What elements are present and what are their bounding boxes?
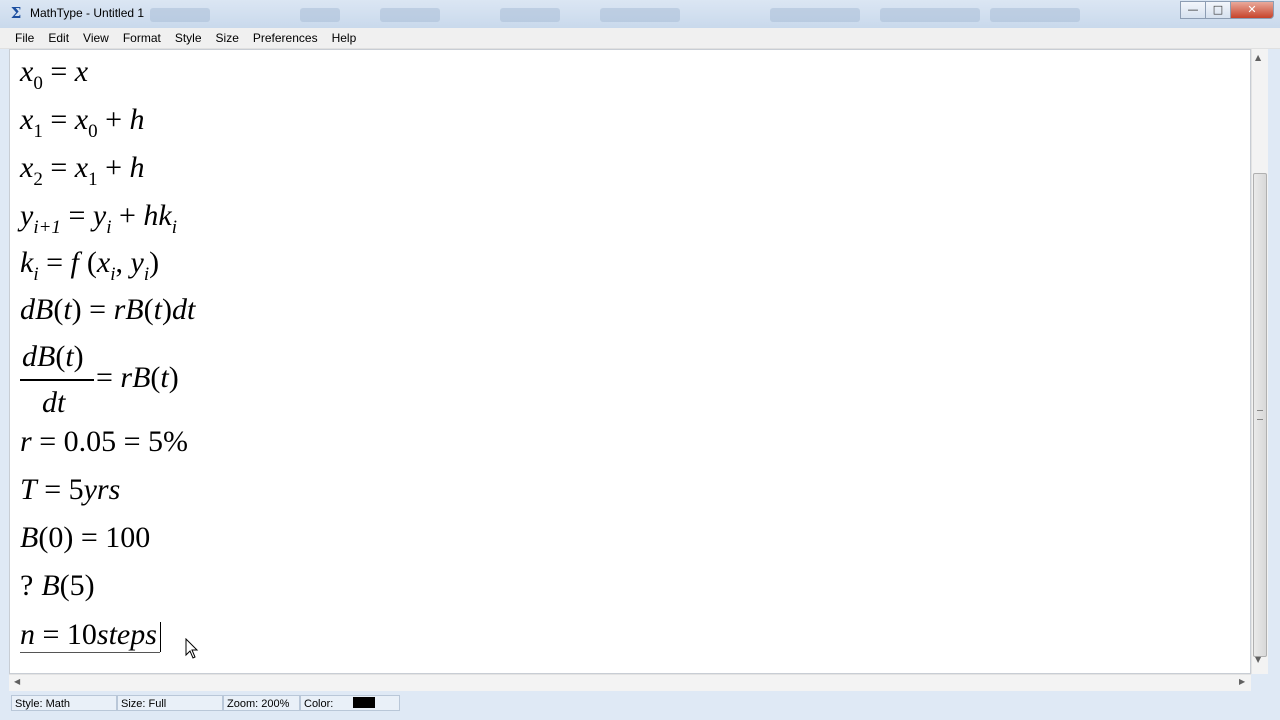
menu-view[interactable]: View (76, 28, 116, 48)
equation-steps[interactable]: n = 10steps (20, 618, 157, 652)
scroll-down-arrow-icon[interactable]: ▼ (1255, 655, 1261, 664)
menu-size[interactable]: Size (209, 28, 246, 48)
fraction-bar (20, 379, 94, 381)
equation-rate[interactable]: r = 0.05 = 5% (20, 425, 188, 459)
status-color-label: Color: (304, 698, 334, 710)
equation-initial-value[interactable]: B(0) = 100 (20, 521, 150, 555)
vertical-scroll-thumb[interactable] (1253, 173, 1267, 657)
scroll-grip-icon (1257, 410, 1263, 420)
menu-format[interactable]: Format (116, 28, 168, 48)
vertical-scrollbar[interactable]: ▲ ▼ (1251, 49, 1268, 674)
title-bar: Σ MathType - Untitled 1 — □ ✕ (0, 0, 1280, 28)
close-button[interactable]: ✕ (1230, 1, 1274, 19)
scroll-right-arrow-icon[interactable]: ▶ (1239, 677, 1245, 686)
status-style: Style: Math (11, 695, 117, 711)
blurred-background-item (150, 8, 210, 22)
blurred-background-item (380, 8, 440, 22)
mathtype-sigma-icon[interactable]: Σ (8, 5, 24, 21)
color-swatch (353, 697, 375, 708)
equation-derivative-rhs[interactable]: = rB(t) (96, 361, 179, 395)
status-zoom: Zoom: 200% (223, 695, 300, 711)
equation-editor-canvas[interactable] (9, 49, 1251, 674)
menu-edit[interactable]: Edit (41, 28, 76, 48)
status-color: Color: (300, 695, 400, 711)
blurred-background-item (990, 8, 1080, 22)
equation-y-next[interactable]: yi+1 = yi + hki (20, 199, 177, 237)
equation-time[interactable]: T = 5yrs (20, 473, 120, 507)
fraction-denominator: dt (42, 386, 66, 419)
window-frame-right (1268, 49, 1280, 720)
scroll-up-arrow-icon[interactable]: ▲ (1255, 53, 1261, 62)
menu-style[interactable]: Style (168, 28, 209, 48)
blurred-background-item (880, 8, 980, 22)
window-title: MathType - Untitled 1 (30, 6, 145, 20)
status-bar: Style: Math Size: Full Zoom: 200% Color: (0, 692, 1280, 720)
status-size: Size: Full (117, 695, 223, 711)
equation-x2[interactable]: x2 = x1 + h (20, 151, 145, 189)
blurred-background-item (770, 8, 860, 22)
menu-bar: File Edit View Format Style Size Prefere… (0, 28, 1280, 49)
menu-preferences[interactable]: Preferences (246, 28, 325, 48)
equation-dB[interactable]: dB(t) = rB(t)dt (20, 293, 195, 327)
mouse-pointer-icon (185, 638, 199, 659)
maximize-button[interactable]: □ (1205, 1, 1231, 19)
blurred-background-item (600, 8, 680, 22)
equation-x0[interactable]: x0 = x (20, 55, 88, 93)
horizontal-scrollbar[interactable]: ◀ ▶ (9, 674, 1251, 691)
menu-file[interactable]: File (0, 28, 41, 48)
window-controls: — □ ✕ (1180, 1, 1274, 19)
scroll-left-arrow-icon[interactable]: ◀ (14, 677, 20, 686)
equation-ki[interactable]: ki = f (xi, yi) (20, 246, 159, 284)
text-caret (160, 622, 161, 652)
equation-x1[interactable]: x1 = x0 + h (20, 103, 145, 141)
minimize-button[interactable]: — (1180, 1, 1206, 19)
blurred-background-item (300, 8, 340, 22)
equation-question[interactable]: ? B(5) (20, 569, 95, 603)
active-slot-underline (20, 652, 160, 653)
blurred-background-item (500, 8, 560, 22)
fraction-numerator: dB(t) (22, 340, 84, 373)
menu-help[interactable]: Help (325, 28, 364, 48)
